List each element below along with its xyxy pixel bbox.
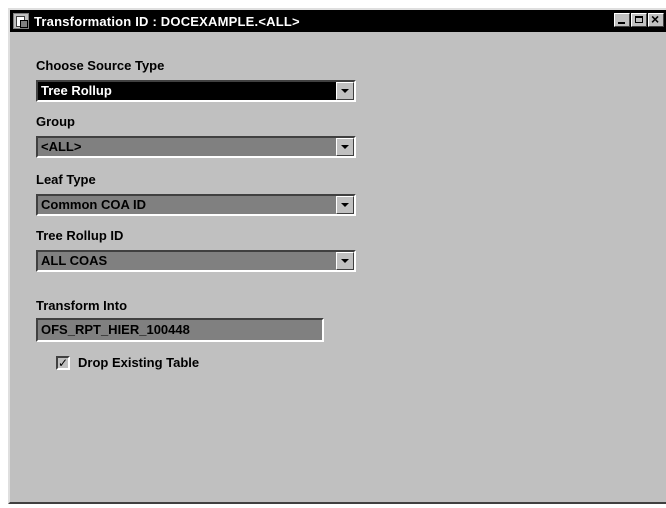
title-bar[interactable]: Transformation ID : DOCEXAMPLE.<ALL> xyxy=(10,10,666,32)
chevron-down-icon[interactable] xyxy=(336,138,354,156)
transform-into-input[interactable]: OFS_RPT_HIER_100448 xyxy=(36,318,324,342)
leaf-type-value: Common COA ID xyxy=(41,197,146,212)
source-type-value: Tree Rollup xyxy=(38,82,336,100)
drop-existing-checkbox[interactable]: ✓ xyxy=(56,356,70,370)
window-title: Transformation ID : DOCEXAMPLE.<ALL> xyxy=(34,13,300,29)
chevron-down-icon[interactable] xyxy=(336,252,354,270)
chevron-down-icon[interactable] xyxy=(336,196,354,214)
tree-rollup-select[interactable]: ALL COAS xyxy=(36,250,356,272)
group-value: <ALL> xyxy=(41,139,82,154)
window-controls xyxy=(613,13,664,27)
leaf-type-select[interactable]: Common COA ID xyxy=(36,194,356,216)
leaf-type-label: Leaf Type xyxy=(36,172,96,187)
minimize-button[interactable] xyxy=(614,13,630,27)
checkmark-icon: ✓ xyxy=(58,356,69,370)
group-select[interactable]: <ALL> xyxy=(36,136,356,158)
transformation-window: Transformation ID : DOCEXAMPLE.<ALL> Cho… xyxy=(8,8,666,504)
tree-rollup-value: ALL COAS xyxy=(41,253,108,268)
tree-rollup-label: Tree Rollup ID xyxy=(36,228,124,243)
maximize-button[interactable] xyxy=(631,13,647,27)
document-window-icon[interactable] xyxy=(13,13,29,29)
transform-into-label: Transform Into xyxy=(36,298,128,313)
source-type-label: Choose Source Type xyxy=(36,58,165,73)
close-button[interactable] xyxy=(648,13,664,27)
group-label: Group xyxy=(36,114,75,129)
drop-existing-label[interactable]: Drop Existing Table xyxy=(78,355,199,370)
chevron-down-icon[interactable] xyxy=(336,82,354,100)
source-type-select[interactable]: Tree Rollup xyxy=(36,80,356,102)
